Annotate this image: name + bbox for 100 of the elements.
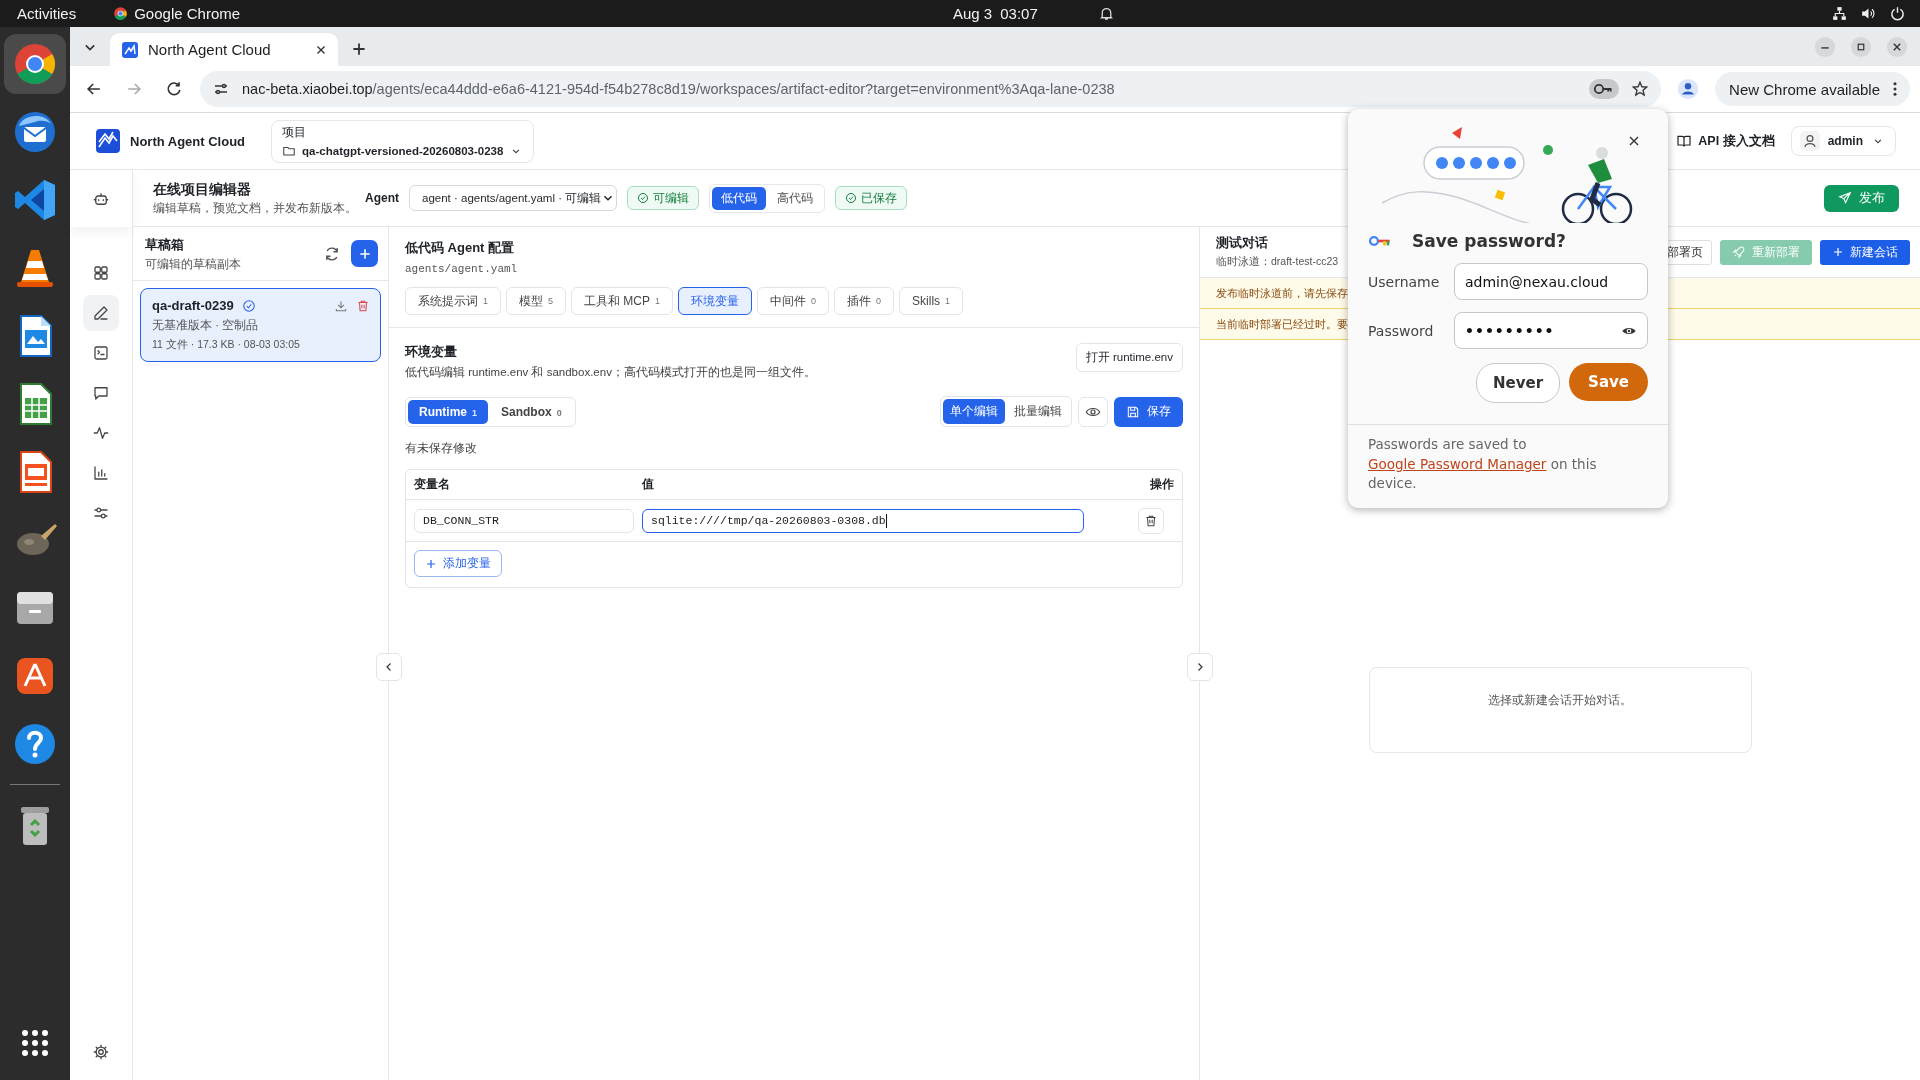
app-grid-icon[interactable] (20, 1028, 50, 1058)
power-icon[interactable] (1889, 5, 1906, 22)
publish-button[interactable]: 发布 (1824, 184, 1899, 212)
section-description: 低代码编辑 runtime.env 和 sandbox.env；高代码模式打开的也是同一组文件。 (405, 365, 817, 380)
column-header: 变量名 (414, 476, 451, 493)
download-icon[interactable] (334, 298, 348, 313)
dashboard-icon (92, 264, 110, 282)
project-selector[interactable]: 项目 qa-chatgpt-versioned-20260803-0238 (271, 119, 535, 163)
draft-meta: 无基准版本 · 空制品 (152, 318, 260, 333)
dock-item[interactable] (4, 34, 66, 94)
app-name[interactable]: Google Chrome (134, 5, 241, 22)
unsaved-note: 有未保存修改 (405, 441, 478, 456)
env-tab[interactable]: Runtime 1 (408, 399, 488, 424)
env-tab[interactable]: Sandbox 0 (490, 399, 573, 424)
bookmark-star-icon[interactable] (1631, 80, 1650, 98)
plus-icon (425, 557, 437, 570)
chat-icon (92, 384, 110, 402)
more-icon (1892, 81, 1898, 97)
draft-card[interactable]: qa-draft-0239 无基准版本 · 空制品 11 文件 · 17.3 KB · 08-03 03:05 (140, 288, 381, 362)
book-icon (1676, 133, 1693, 149)
draft-stats: 11 文件 · 17.3 KB · 08-03 03:05 (152, 338, 301, 352)
send-icon (1838, 191, 1852, 205)
delete-button[interactable] (1138, 507, 1164, 534)
username-field[interactable]: admin@nexau.cloud (1454, 263, 1648, 300)
browser-icon (113, 6, 129, 21)
open-file-button[interactable]: 打开 runtime.env (1075, 343, 1183, 372)
key-icon[interactable] (1589, 79, 1620, 99)
new-session-button[interactable]: 新建会话 (1820, 239, 1910, 265)
close-icon[interactable] (1886, 35, 1908, 58)
config-title: 低代码 Agent 配置 (405, 239, 516, 257)
minimize-icon[interactable] (1814, 35, 1836, 58)
edit-mode-toggle[interactable]: 批量编辑 (1007, 399, 1069, 424)
time-text[interactable]: 03:07 (1000, 5, 1038, 22)
activity-icon (92, 424, 110, 442)
dialog-title: Save password? (1412, 231, 1566, 251)
activities-button[interactable]: Activities (17, 5, 77, 22)
terminal-icon (92, 344, 110, 362)
config-tab[interactable]: Skills 1 (899, 287, 964, 315)
empty-state-text: 选择或新建会话开始对话。 (1488, 692, 1632, 709)
panel-title: 测试对话 (1216, 235, 1269, 252)
column-header: 值 (642, 476, 655, 493)
page-subtitle: 编辑草稿，预览文档，并发布新版本。 (153, 200, 355, 216)
agent-label: Agent (365, 191, 399, 205)
password-field[interactable]: ••••••••• (1454, 312, 1648, 349)
saved-badge: 已保存 (835, 186, 907, 210)
column-header: 操作 (1149, 476, 1174, 493)
rocket-icon (1732, 245, 1746, 259)
never-button[interactable]: Never (1476, 363, 1561, 403)
pencil-icon (92, 304, 110, 322)
preview-button[interactable] (1078, 396, 1108, 427)
new-tab-icon[interactable] (350, 40, 368, 58)
draft-name: qa-draft-0239 (152, 298, 234, 313)
plus-icon (357, 246, 372, 261)
add-variable-button[interactable]: 添加变量 (414, 550, 502, 577)
user-icon (1799, 131, 1820, 151)
settings-icon (92, 1043, 110, 1061)
url-text[interactable]: nac-beta.xiaobei.top/agents/eca44ddd-e6a6-4121-954d-f54b278c8d19/workspaces/artifact-editor?target=environment%3Aqa-lane-0238 (242, 81, 1578, 97)
config-path: agents/agent.yaml (405, 263, 519, 275)
save-button[interactable]: 保存 (1114, 396, 1183, 427)
api-docs-link[interactable]: API 接入文档 (1676, 132, 1775, 150)
variable-name-field[interactable]: DB_CONN_STR (414, 508, 634, 533)
mode-toggle[interactable]: 高代码 (768, 186, 822, 210)
check-circle-icon (637, 192, 649, 204)
password-label: Password (1368, 322, 1435, 339)
delete-icon[interactable] (356, 298, 370, 313)
profile-icon[interactable] (1677, 78, 1700, 100)
config-tab[interactable]: 环境变量 (678, 287, 753, 315)
config-tab[interactable]: 插件 0 (834, 287, 895, 315)
user-menu[interactable]: admin (1790, 126, 1896, 156)
config-tab[interactable]: 模型 5 (506, 287, 567, 315)
brand-name: North Agent Cloud (130, 133, 246, 149)
editable-badge: 可编辑 (627, 186, 699, 210)
check-circle-icon (845, 192, 857, 204)
config-tab[interactable]: 系统提示词 1 (405, 287, 501, 315)
trash-icon (1144, 513, 1158, 528)
lane-text: 临时泳道：draft-test-cc23 (1216, 255, 1339, 269)
date-text[interactable]: Aug 3 (953, 5, 993, 22)
logo-icon (96, 129, 120, 153)
edit-mode-toggle[interactable]: 单个编辑 (943, 399, 1005, 424)
network-icon[interactable] (1831, 5, 1848, 22)
browser-tab[interactable]: North Agent Cloud (110, 33, 338, 66)
restore-icon[interactable] (1850, 35, 1872, 58)
plus-icon (1832, 246, 1844, 258)
site-logo-icon (122, 41, 138, 58)
footer-note: Passwords are saved to Google Password Manager on this device. (1368, 436, 1597, 492)
nav-item[interactable] (83, 295, 119, 331)
config-tab[interactable]: 工具和 MCP 1 (571, 287, 674, 315)
config-tab[interactable]: 中间件 0 (757, 287, 830, 315)
variable-value-field[interactable]: sqlite:////tmp/qa-20260803-0308.db (642, 508, 1084, 533)
address-bar[interactable]: nac-beta.xiaobei.top/agents/eca44ddd-e6a6-4121-954d-f54b278c8d19/workspaces/artifact-editor?target=environment%3Aqa-lane-0238 (200, 71, 1662, 107)
add-draft-button[interactable] (351, 240, 378, 267)
save-password-button[interactable]: Save (1569, 363, 1648, 401)
section-title: 环境变量 (405, 343, 458, 361)
password-manager-link[interactable]: Google Password Manager (1368, 455, 1547, 472)
bar-chart-icon (92, 464, 110, 482)
update-button[interactable]: New Chrome available (1715, 72, 1910, 106)
drafts-title: 草稿箱 (145, 235, 185, 254)
page-title: 在线项目编辑器 (153, 180, 252, 199)
mode-toggle[interactable]: 低代码 (712, 186, 766, 210)
agent-select[interactable]: agent · agents/agent.yaml · 可编辑 (409, 185, 617, 211)
